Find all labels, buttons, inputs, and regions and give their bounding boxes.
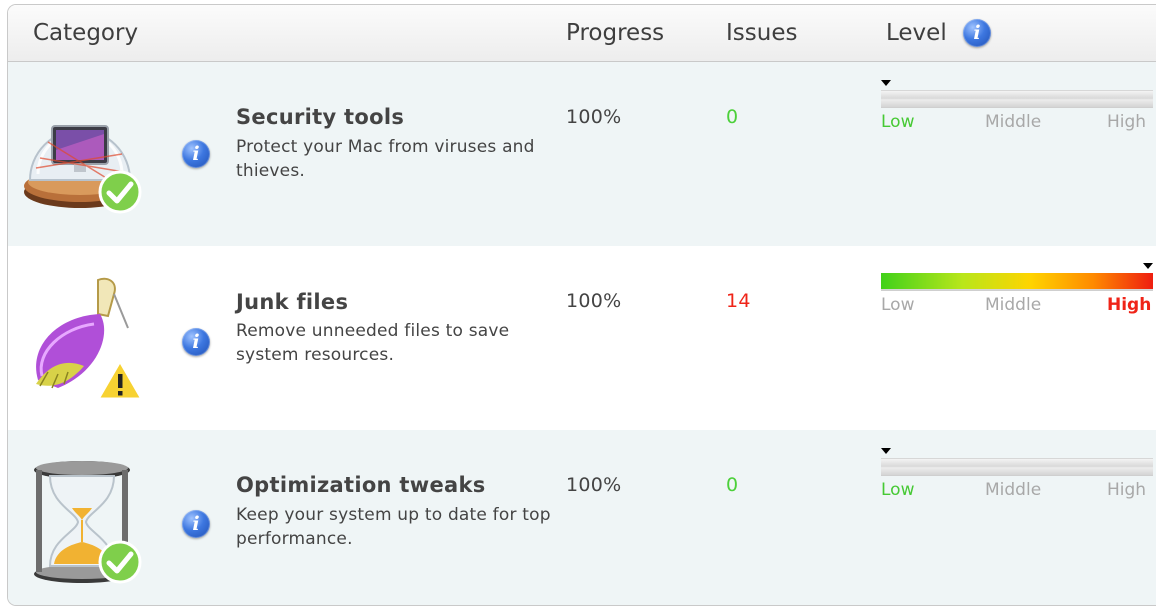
level-label-middle: Middle xyxy=(985,295,1042,315)
row-title: Security tools xyxy=(236,105,405,129)
checkmark-icon xyxy=(98,170,142,218)
header-progress[interactable]: Progress xyxy=(566,19,664,47)
warning-icon xyxy=(96,358,144,406)
level-label-middle: Middle xyxy=(985,112,1042,132)
level-label-low: Low xyxy=(881,295,915,315)
header-issues[interactable]: Issues xyxy=(726,19,797,47)
row-progress: 100% xyxy=(566,290,622,312)
row-description: Keep your system up to date for top perf… xyxy=(236,505,551,549)
row-title: Optimization tweaks xyxy=(236,473,486,497)
level-label-high: High xyxy=(1107,480,1147,500)
level-label-low: Low xyxy=(881,480,915,500)
level-marker-icon xyxy=(881,80,891,86)
row-issues-count: 0 xyxy=(726,106,739,128)
header-category[interactable]: Category xyxy=(33,19,138,47)
table-row-security-tools[interactable]: i Security tools Protect your Mac from v… xyxy=(8,62,1156,246)
header-level[interactable]: Level xyxy=(886,19,947,47)
level-label-high: High xyxy=(1107,295,1152,315)
table-row-junk-files[interactable]: i Junk files Remove unneeded files to sa… xyxy=(8,246,1156,430)
optimization-tweaks-info-icon[interactable]: i xyxy=(182,510,210,538)
row-description: Protect your Mac from viruses and thieve… xyxy=(236,137,535,181)
level-label-low: Low xyxy=(881,112,915,132)
row-issues-count: 14 xyxy=(726,290,751,312)
row-progress: 100% xyxy=(566,474,622,496)
level-meter-fill xyxy=(881,273,1153,289)
level-meter: Low Middle High xyxy=(881,444,1156,514)
security-tools-info-icon[interactable]: i xyxy=(182,140,210,168)
scan-results-table: Category Progress Issues Level i i Secur… xyxy=(7,4,1156,606)
level-marker-icon xyxy=(1143,263,1153,269)
level-label-middle: Middle xyxy=(985,480,1042,500)
table-header: Category Progress Issues Level i xyxy=(8,5,1156,62)
level-meter: Low Middle High xyxy=(881,259,1156,329)
checkmark-icon xyxy=(98,540,142,588)
row-issues-count: 0 xyxy=(726,474,739,496)
junk-files-info-icon[interactable]: i xyxy=(182,328,210,356)
row-description: Remove unneeded files to save system res… xyxy=(236,321,510,365)
level-meter: Low Middle High xyxy=(881,76,1156,146)
level-marker-icon xyxy=(881,448,891,454)
table-row-optimization-tweaks[interactable]: i Optimization tweaks Keep your system u… xyxy=(8,430,1156,605)
row-progress: 100% xyxy=(566,106,622,128)
level-meter-track xyxy=(881,90,1153,108)
row-title: Junk files xyxy=(236,290,349,314)
level-info-icon[interactable]: i xyxy=(963,19,991,47)
level-meter-track xyxy=(881,458,1153,476)
level-label-high: High xyxy=(1107,112,1147,132)
